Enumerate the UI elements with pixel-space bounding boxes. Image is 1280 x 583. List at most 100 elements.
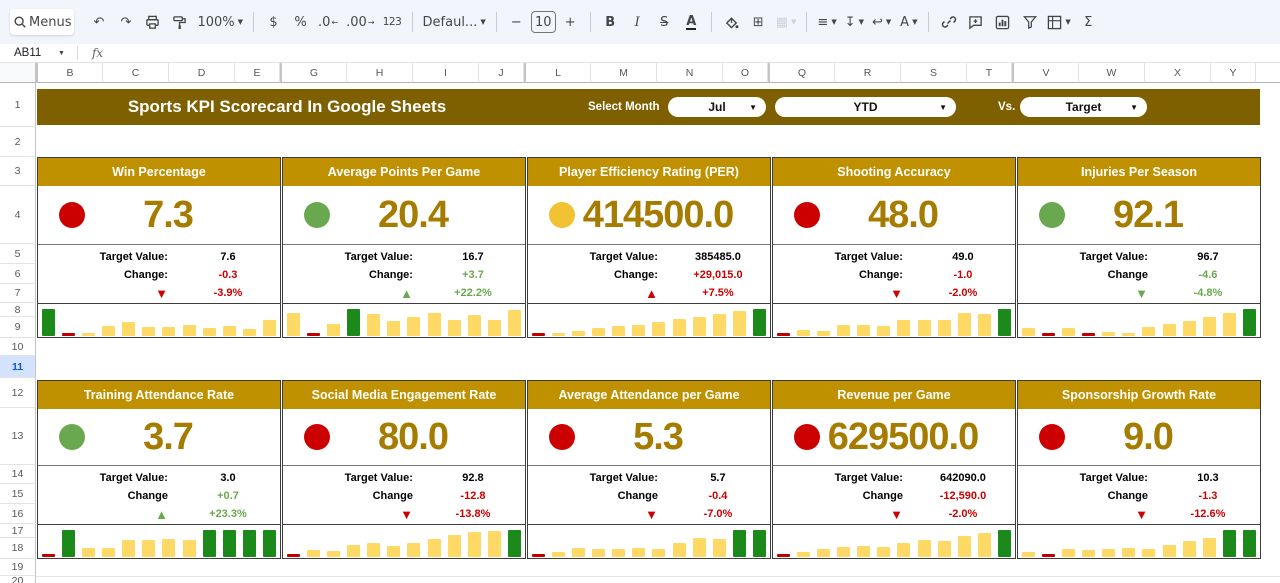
column-header-Q[interactable]: Q <box>768 63 835 83</box>
font-size-input-button[interactable]: 10 <box>531 11 556 33</box>
column-header-T[interactable]: T <box>967 63 1012 83</box>
format-as-currency-button[interactable]: $ <box>261 9 286 35</box>
text-color-button[interactable]: A <box>679 9 704 35</box>
column-header-D[interactable]: D <box>169 63 235 83</box>
merge-cells-button[interactable]: ▦▼ <box>773 9 800 35</box>
kpi-card[interactable]: Training Attendance Rate 3.7 Target Valu… <box>37 380 281 559</box>
row-header-7[interactable]: 7 <box>0 284 36 303</box>
undo-button[interactable]: ↶ <box>86 9 111 35</box>
font-select-button[interactable]: Defaul...▼ <box>420 9 489 35</box>
period-dropdown[interactable]: YTD ▼ <box>775 97 956 117</box>
row-header-4[interactable]: 4 <box>0 186 36 244</box>
kpi-card[interactable]: Average Points Per Game 20.4 Target Valu… <box>282 157 526 338</box>
row-header-3[interactable]: 3 <box>0 157 36 186</box>
row-header-20[interactable]: 20 <box>0 576 36 583</box>
increase-decimal-places-button[interactable]: .00→ <box>343 9 377 35</box>
sparkline-bar <box>572 548 585 557</box>
increase-font-size-button[interactable]: + <box>558 9 583 35</box>
vertical-align-button[interactable]: ↧▼ <box>842 9 867 35</box>
text-wrap-button[interactable]: ↩▼ <box>869 9 894 35</box>
column-header-S[interactable]: S <box>901 63 967 83</box>
fill-color-button[interactable] <box>719 9 744 35</box>
kpi-card[interactable]: Win Percentage 7.3 Target Value: 7.6 Cha… <box>37 157 281 338</box>
column-header-M[interactable]: M <box>591 63 657 83</box>
column-header-H[interactable]: H <box>347 63 413 83</box>
more-formats-button[interactable]: 123 <box>380 9 405 35</box>
strikethrough-icon: S <box>660 16 668 29</box>
decrease-font-size-button[interactable]: − <box>504 9 529 35</box>
name-box[interactable]: AB11 <box>0 47 58 59</box>
column-header-E[interactable]: E <box>235 63 280 83</box>
row-header-19[interactable]: 19 <box>0 559 36 576</box>
horizontal-align-button[interactable]: ≡▼ <box>814 9 839 35</box>
insert-link-button[interactable] <box>936 9 961 35</box>
column-header-Y[interactable]: Y <box>1211 63 1256 83</box>
decrease-decimal-places-button[interactable]: .0← <box>315 9 341 35</box>
row-header-15[interactable]: 15 <box>0 484 36 504</box>
insert-chart-button[interactable] <box>990 9 1015 35</box>
column-header-L[interactable]: L <box>524 63 591 83</box>
change-percent: -3.9% <box>176 287 280 299</box>
menus-search[interactable]: Menus <box>10 9 74 35</box>
row-header-6[interactable]: 6 <box>0 264 36 284</box>
column-header-R[interactable]: R <box>835 63 901 83</box>
month-dropdown[interactable]: Jul ▼ <box>668 97 766 117</box>
compare-dropdown[interactable]: Target ▼ <box>1020 97 1147 117</box>
target-label: Target Value: <box>528 251 666 263</box>
row-header-8[interactable]: 8 <box>0 303 36 317</box>
functions-button[interactable]: Σ <box>1076 9 1101 35</box>
row-header-17[interactable]: 17 <box>0 524 36 538</box>
zoom-select-button[interactable]: 100%▼ <box>194 9 246 35</box>
bold-button[interactable]: B <box>598 9 623 35</box>
row-header-16[interactable]: 16 <box>0 504 36 524</box>
column-header-V[interactable]: V <box>1012 63 1079 83</box>
italic-button[interactable]: I <box>625 9 650 35</box>
sparkline-bar <box>223 326 236 336</box>
borders-button[interactable]: ⊞ <box>746 9 771 35</box>
row-header-9[interactable]: 9 <box>0 317 36 338</box>
sparkline-bar <box>632 325 645 336</box>
kpi-card[interactable]: Average Attendance per Game 5.3 Target V… <box>527 380 771 559</box>
row-header-2[interactable]: 2 <box>0 127 36 157</box>
row-header-5[interactable]: 5 <box>0 244 36 264</box>
row-header-11[interactable]: 11 <box>0 356 36 378</box>
kpi-card[interactable]: Player Efficiency Rating (PER) 414500.0 … <box>527 157 771 338</box>
column-header-G[interactable]: G <box>280 63 347 83</box>
row-header-10[interactable]: 10 <box>0 338 36 356</box>
column-header-B[interactable]: B <box>36 63 103 83</box>
column-header-N[interactable]: N <box>657 63 723 83</box>
kpi-stats: Target Value: 92.8 Change -12.8 ▼ -13.8% <box>283 465 525 524</box>
paint-format-button[interactable] <box>167 9 192 35</box>
row-header-13[interactable]: 13 <box>0 408 36 465</box>
column-header-O[interactable]: O <box>723 63 768 83</box>
kpi-card[interactable]: Social Media Engagement Rate 80.0 Target… <box>282 380 526 559</box>
column-header-W[interactable]: W <box>1079 63 1145 83</box>
kpi-card[interactable]: Sponsorship Growth Rate 9.0 Target Value… <box>1017 380 1261 559</box>
column-header-X[interactable]: X <box>1145 63 1211 83</box>
chevron-down-icon[interactable]: ▼ <box>58 50 65 57</box>
row-header-1[interactable]: 1 <box>0 83 36 127</box>
text-rotation-button[interactable]: A▼ <box>896 9 921 35</box>
insert-comment-button[interactable] <box>963 9 988 35</box>
column-header-C[interactable]: C <box>103 63 169 83</box>
sheet-canvas[interactable]: Sports KPI Scorecard In Google Sheets Se… <box>36 83 1280 583</box>
target-value: 385485.0 <box>666 251 770 263</box>
trend-arrow-icon: ▼ <box>773 507 911 522</box>
italic-icon: I <box>635 16 640 29</box>
redo-button[interactable]: ↷ <box>113 9 138 35</box>
print-button[interactable] <box>140 9 165 35</box>
format-as-percent-button[interactable]: % <box>288 9 313 35</box>
select-all-corner[interactable] <box>0 63 36 83</box>
column-header-I[interactable]: I <box>413 63 479 83</box>
decimal-arrow-icon: → <box>368 18 375 27</box>
kpi-card[interactable]: Injuries Per Season 92.1 Target Value: 9… <box>1017 157 1261 338</box>
strikethrough-button[interactable]: S <box>652 9 677 35</box>
row-header-14[interactable]: 14 <box>0 465 36 484</box>
table-views-button[interactable]: ▼ <box>1044 9 1073 35</box>
kpi-card[interactable]: Revenue per Game 629500.0 Target Value: … <box>772 380 1016 559</box>
kpi-card[interactable]: Shooting Accuracy 48.0 Target Value: 49.… <box>772 157 1016 338</box>
row-header-18[interactable]: 18 <box>0 538 36 559</box>
column-header-J[interactable]: J <box>479 63 524 83</box>
create-filter-button[interactable] <box>1017 9 1042 35</box>
row-header-12[interactable]: 12 <box>0 378 36 408</box>
